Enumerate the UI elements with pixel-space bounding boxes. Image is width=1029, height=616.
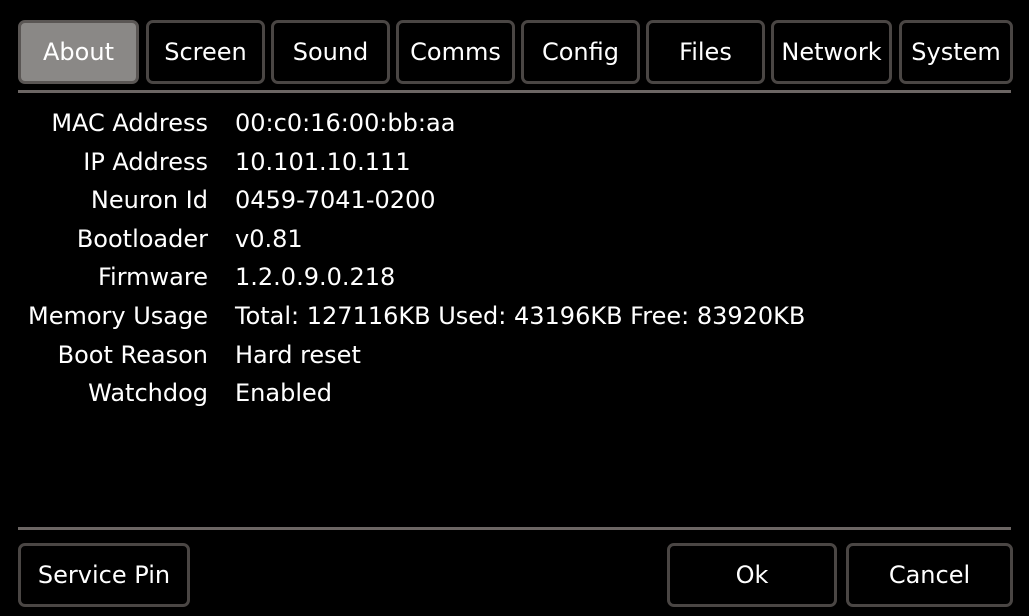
tab-comms[interactable]: Comms <box>396 20 515 84</box>
tab-config[interactable]: Config <box>521 20 640 84</box>
info-label: IP Address <box>83 147 208 176</box>
info-value: v0.81 <box>235 224 303 253</box>
info-value: 1.2.0.9.0.218 <box>235 263 396 292</box>
info-value: 10.101.10.111 <box>235 147 411 176</box>
info-value: 0459-7041-0200 <box>235 186 436 215</box>
tab-system[interactable]: System <box>899 20 1013 84</box>
tab-network[interactable]: Network <box>771 20 892 84</box>
tab-files[interactable]: Files <box>646 20 765 84</box>
tab-about[interactable]: About <box>18 20 139 84</box>
info-label: Bootloader <box>76 224 208 253</box>
info-label: Firmware <box>98 263 208 292</box>
info-label: Neuron Id <box>90 186 208 215</box>
info-value: 00:c0:16:00:bb:aa <box>235 109 456 137</box>
info-label: Watchdog <box>88 379 208 408</box>
info-value: Enabled <box>235 379 332 408</box>
info-label: Memory Usage <box>27 301 208 330</box>
bottom-divider <box>18 527 1011 530</box>
tab-bar: About Screen Sound Comms Config Files Ne… <box>18 20 1013 86</box>
ok-button[interactable]: Ok <box>667 543 837 607</box>
tab-sound[interactable]: Sound <box>271 20 390 84</box>
info-value: Total: 127116KB Used: 43196KB Free: 8392… <box>235 301 806 330</box>
tab-screen[interactable]: Screen <box>146 20 265 84</box>
service-pin-button[interactable]: Service Pin <box>18 543 190 607</box>
info-label: Boot Reason <box>57 340 208 369</box>
info-label: MAC Address <box>51 109 208 137</box>
info-value: Hard reset <box>235 340 361 369</box>
top-divider <box>18 90 1011 93</box>
cancel-button[interactable]: Cancel <box>846 543 1013 607</box>
